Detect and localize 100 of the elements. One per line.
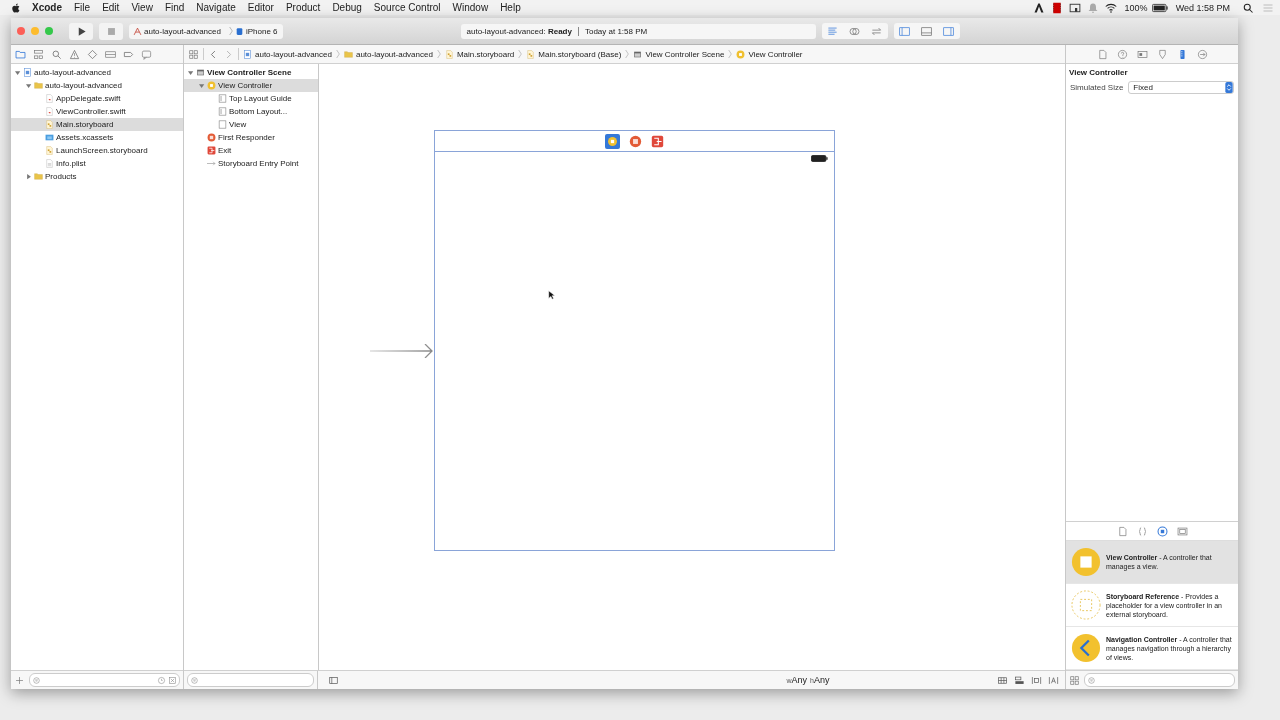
menu-item[interactable]: File bbox=[74, 2, 91, 13]
disclosure-triangle[interactable] bbox=[199, 82, 205, 89]
report-icon[interactable] bbox=[141, 48, 152, 60]
breadcrumb-item[interactable]: View Controller Scene bbox=[633, 49, 725, 59]
menu-item[interactable]: Source Control bbox=[373, 2, 441, 13]
tree-row[interactable]: LaunchScreen.storyboard bbox=[11, 144, 183, 157]
folder-icon bbox=[343, 49, 353, 59]
layout-guide-icon bbox=[218, 107, 227, 116]
chevron-icon bbox=[518, 48, 523, 60]
exit-icon bbox=[207, 146, 216, 155]
filter-field[interactable] bbox=[29, 673, 180, 687]
tree-row[interactable]: View Controller Scene bbox=[184, 66, 318, 79]
film-strip-icon[interactable] bbox=[1050, 1, 1063, 14]
diamond-icon[interactable] bbox=[87, 48, 98, 60]
tree-row[interactable]: AppDelegate.swift bbox=[11, 92, 183, 105]
tree-row[interactable]: Info.plist bbox=[11, 157, 183, 170]
folder-tab-icon[interactable] bbox=[15, 48, 26, 60]
screen-icon[interactable] bbox=[1068, 1, 1081, 14]
navigation-controller-icon bbox=[1071, 633, 1101, 663]
shield-icon[interactable] bbox=[1156, 48, 1168, 60]
breadcrumb-item[interactable]: Main.storyboard bbox=[444, 49, 515, 59]
pin-icon[interactable] bbox=[1031, 674, 1042, 686]
file-icon[interactable] bbox=[1096, 48, 1108, 60]
zoom-button[interactable] bbox=[45, 27, 53, 35]
braces-icon[interactable] bbox=[1136, 525, 1148, 537]
clock-icon[interactable] bbox=[157, 675, 166, 685]
tree-row[interactable]: auto-layout-advanced bbox=[11, 79, 183, 92]
stack-icon[interactable] bbox=[997, 674, 1008, 686]
help-icon[interactable] bbox=[1116, 48, 1128, 60]
resolve-icon[interactable] bbox=[1048, 674, 1059, 686]
tree-row[interactable]: First Responder bbox=[184, 131, 318, 144]
menu-item[interactable]: Xcode bbox=[32, 2, 62, 13]
wifi-icon[interactable] bbox=[1104, 1, 1117, 14]
battery-percentage: 100% bbox=[1124, 2, 1148, 13]
menu-item[interactable]: Debug bbox=[332, 2, 362, 13]
layout-guide-icon bbox=[218, 94, 227, 103]
search-icon[interactable] bbox=[1242, 1, 1254, 14]
file-icon[interactable] bbox=[1116, 525, 1128, 537]
menu-item[interactable]: Edit bbox=[102, 2, 120, 13]
exit-icon[interactable] bbox=[651, 134, 664, 148]
filter-icon bbox=[1087, 675, 1096, 685]
first-responder-icon[interactable] bbox=[629, 134, 642, 148]
bell-icon[interactable] bbox=[1086, 1, 1099, 14]
disclosure-triangle[interactable] bbox=[188, 69, 194, 76]
chevron-icon bbox=[728, 48, 733, 60]
tree-row[interactable]: Bottom Layout... bbox=[184, 105, 318, 118]
tree-row[interactable]: Products bbox=[11, 170, 183, 183]
menu-item[interactable]: View bbox=[131, 2, 153, 13]
hierarchy-icon[interactable] bbox=[33, 48, 44, 60]
battery-icon[interactable] bbox=[1151, 2, 1168, 13]
scm-filter-icon[interactable] bbox=[168, 675, 177, 685]
adobe-icon[interactable] bbox=[1032, 1, 1045, 14]
lines-icon bbox=[827, 25, 839, 37]
menu-item[interactable]: Navigate bbox=[196, 2, 236, 13]
tree-row[interactable]: Exit bbox=[184, 144, 318, 157]
menu-item[interactable]: Help bbox=[500, 2, 521, 13]
add-icon[interactable] bbox=[14, 674, 25, 686]
menu-item[interactable]: Product bbox=[285, 2, 321, 13]
debug-icon[interactable] bbox=[105, 48, 116, 60]
tree-row[interactable]: View bbox=[184, 118, 318, 131]
hammer-icon bbox=[133, 26, 142, 36]
breadcrumb-item[interactable]: auto-layout-advanced bbox=[343, 49, 433, 59]
entry-point-arrow[interactable] bbox=[370, 344, 434, 358]
sidebar-toggle-icon[interactable] bbox=[328, 674, 339, 686]
view-controller-icon[interactable] bbox=[605, 133, 620, 149]
menu-item[interactable]: Find bbox=[164, 2, 185, 13]
tree-row[interactable]: auto-layout-advanced bbox=[11, 66, 183, 79]
tree-row[interactable]: View Controller bbox=[184, 79, 318, 92]
apple-menu-icon[interactable] bbox=[10, 1, 22, 14]
simulated-size-dropdown[interactable]: Fixed bbox=[1128, 81, 1234, 94]
menu-bar-clock[interactable]: Wed 1:58 PM bbox=[1175, 2, 1230, 13]
breadcrumb-item[interactable]: View Controller bbox=[736, 49, 803, 59]
disclosure-triangle[interactable] bbox=[26, 82, 32, 89]
disclosure-triangle[interactable] bbox=[26, 173, 32, 180]
disclosure-triangle[interactable] bbox=[15, 69, 21, 76]
scene-icon bbox=[633, 49, 643, 59]
menu-item[interactable]: Window bbox=[452, 2, 489, 13]
warning-icon[interactable] bbox=[69, 48, 80, 60]
film-icon[interactable] bbox=[1176, 525, 1188, 537]
tree-row[interactable]: Assets.xcassets bbox=[11, 131, 183, 144]
tree-row[interactable]: ViewController.swift bbox=[11, 105, 183, 118]
stop-button[interactable] bbox=[99, 22, 123, 40]
run-button[interactable] bbox=[69, 22, 93, 40]
card-icon[interactable] bbox=[1136, 48, 1148, 60]
grid-icon[interactable] bbox=[1069, 674, 1080, 686]
filter-field[interactable] bbox=[1084, 673, 1235, 687]
tree-row[interactable]: Top Layout Guide bbox=[184, 92, 318, 105]
grid-icon[interactable] bbox=[188, 48, 199, 60]
menu-item[interactable]: Editor bbox=[247, 2, 274, 13]
scheme-selector[interactable]: auto-layout-advanced iPhone 6 bbox=[129, 23, 283, 39]
filter-field[interactable] bbox=[187, 673, 314, 687]
breadcrumb-item[interactable]: auto-layout-advanced bbox=[243, 49, 332, 59]
breadcrumb-item[interactable]: Main.storyboard (Base) bbox=[526, 49, 622, 59]
arrow-circle-icon[interactable] bbox=[1196, 48, 1208, 60]
tree-row[interactable]: Main.storyboard bbox=[11, 118, 183, 131]
tree-row[interactable]: Storyboard Entry Point bbox=[184, 157, 318, 170]
align-icon[interactable] bbox=[1014, 674, 1025, 686]
storyboard-file-icon bbox=[526, 49, 536, 59]
close-button[interactable] bbox=[17, 27, 25, 35]
object-icon[interactable] bbox=[1156, 525, 1168, 537]
